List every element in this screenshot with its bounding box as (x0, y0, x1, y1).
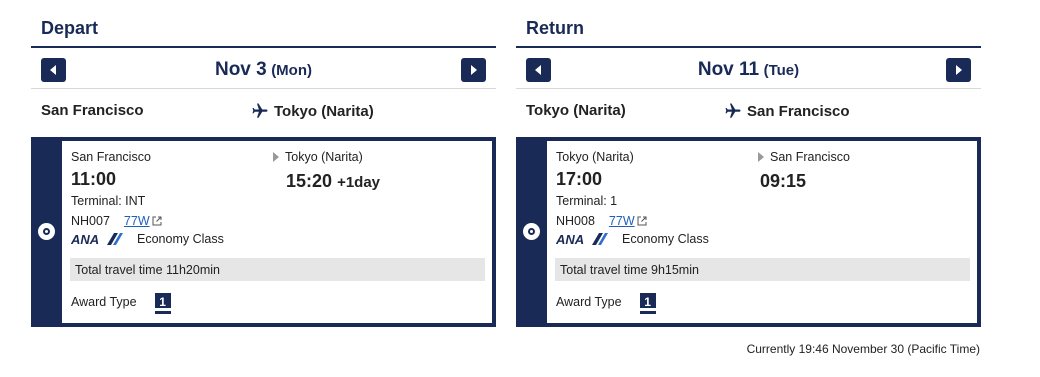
depart-date: Nov 3 (214, 59, 267, 80)
return-flight-radio[interactable] (523, 223, 540, 240)
depart-title-rule (31, 46, 496, 48)
return-route: Tokyo (Narita) San Francisco (516, 90, 981, 130)
return-travel-time: Total travel time 9h15min (555, 258, 970, 281)
return-route-destination-wrap: San Francisco (724, 102, 850, 120)
depart-award: Award Type 1 (71, 293, 171, 311)
return-to-city: San Francisco (770, 150, 850, 164)
depart-from-city: San Francisco (71, 150, 151, 164)
depart-route-destination-wrap: Tokyo (Narita) (251, 102, 374, 120)
depart-travel-time: Total travel time 11h20min (70, 258, 485, 281)
return-date-bar: Nov 11 (Tue) (516, 52, 981, 89)
ana-logo-text: ANA (71, 232, 99, 246)
return-flight-details: Tokyo (Narita) 17:00 Terminal: 1 NH008 7… (547, 141, 977, 323)
return-flight-card[interactable]: Tokyo (Narita) 17:00 Terminal: 1 NH008 7… (516, 137, 981, 327)
depart-plus-day: +1day (337, 174, 381, 191)
external-link-icon (637, 216, 647, 226)
depart-cabin-class: Economy Class (137, 232, 224, 246)
chevron-right-icon (956, 65, 962, 75)
return-arrival-time-wrap: 09:15 (760, 171, 806, 192)
depart-to-wrap: Tokyo (Narita) (273, 150, 363, 164)
depart-to-city: Tokyo (Narita) (285, 150, 363, 164)
depart-weekday: (Mon) (271, 62, 312, 79)
arrow-right-icon (758, 152, 764, 162)
depart-airline: ANA Economy Class (71, 232, 224, 246)
return-cabin-class: Economy Class (622, 232, 709, 246)
depart-title: Depart (41, 18, 99, 38)
depart-award-label: Award Type (71, 295, 137, 309)
depart-date-bar: Nov 3 (Mon) (31, 52, 496, 89)
return-weekday: (Tue) (763, 62, 800, 79)
depart-arrival-time: 15:20 (286, 171, 333, 191)
return-title-rule (516, 46, 981, 48)
return-terminal: Terminal: 1 (556, 194, 618, 208)
depart-route-destination: Tokyo (Narita) (274, 102, 374, 120)
depart-terminal: Terminal: INT (71, 194, 146, 208)
chevron-right-icon (471, 65, 477, 75)
return-route-origin: Tokyo (Narita) (526, 102, 626, 119)
return-departure-time: 17:00 (556, 169, 603, 189)
return-route-destination: San Francisco (747, 102, 850, 120)
return-award-label: Award Type (556, 295, 622, 309)
depart-date-label: Nov 3 (Mon) (31, 59, 496, 81)
return-flight-info: NH008 77W (556, 214, 647, 228)
return-to-wrap: San Francisco (758, 150, 850, 164)
return-award-badge: 1 (639, 293, 656, 311)
depart-route: San Francisco Tokyo (Narita) (31, 90, 496, 130)
radio-dot-icon (528, 228, 535, 235)
current-time-note: Currently 19:46 November 30 (Pacific Tim… (746, 342, 980, 356)
return-flight-number: NH008 (556, 214, 595, 228)
external-link-icon (152, 216, 162, 226)
depart-arrival-time-wrap: 15:20 +1day (286, 171, 380, 192)
arrow-right-icon (273, 152, 279, 162)
depart-flight-details: San Francisco 11:00 Terminal: INT NH007 … (62, 141, 492, 323)
depart-flight-radio[interactable] (38, 223, 55, 240)
return-award: Award Type 1 (556, 293, 656, 311)
depart-route-origin: San Francisco (41, 102, 144, 119)
return-airline: ANA Economy Class (556, 232, 709, 246)
return-date-label: Nov 11 (Tue) (516, 59, 981, 81)
radio-dot-icon (43, 228, 50, 235)
depart-flight-number: NH007 (71, 214, 110, 228)
return-title: Return (526, 18, 584, 38)
airplane-icon (252, 103, 268, 118)
ana-logo-icon: ANA (556, 232, 608, 246)
depart-aircraft-link[interactable]: 77W (124, 214, 150, 228)
airplane-icon (725, 103, 741, 118)
return-next-day-button[interactable] (946, 58, 971, 82)
ana-logo-icon: ANA (71, 232, 123, 246)
return-from-city: Tokyo (Narita) (556, 150, 634, 164)
return-date: Nov 11 (697, 59, 760, 80)
depart-award-badge: 1 (154, 293, 171, 311)
ana-logo-text: ANA (556, 232, 584, 246)
depart-flight-info: NH007 77W (71, 214, 162, 228)
depart-flight-card[interactable]: San Francisco 11:00 Terminal: INT NH007 … (31, 137, 496, 327)
depart-departure-time: 11:00 (71, 169, 117, 189)
return-aircraft-link[interactable]: 77W (609, 214, 635, 228)
depart-next-day-button[interactable] (461, 58, 486, 82)
return-arrival-time: 09:15 (760, 171, 807, 191)
